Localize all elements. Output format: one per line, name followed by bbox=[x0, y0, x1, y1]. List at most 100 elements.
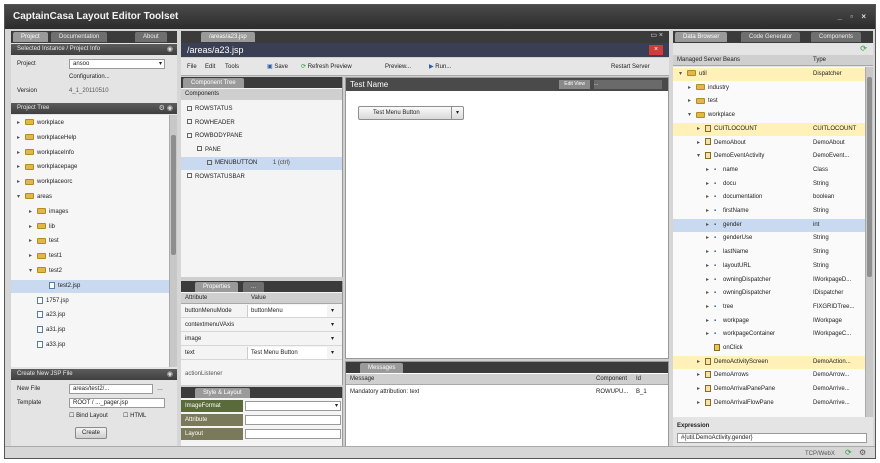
component-tree-item[interactable]: ROWSTATUSBAR bbox=[181, 171, 342, 184]
browse-icon[interactable]: … bbox=[157, 384, 163, 394]
chevron-right-icon[interactable]: ▸ bbox=[706, 328, 714, 341]
project-tree-item[interactable]: test2.jsp bbox=[11, 279, 169, 293]
bean-tree-item[interactable]: onClick bbox=[673, 342, 865, 355]
chevron-right-icon[interactable]: ▸ bbox=[17, 147, 25, 160]
chevron-right-icon[interactable]: ▸ bbox=[697, 397, 705, 410]
tab-a23-jsp[interactable]: /areas/a23.jsp bbox=[201, 32, 255, 42]
project-tree-item[interactable]: ▸ test bbox=[11, 235, 169, 248]
bean-tree-item[interactable]: ▸ ▪ genderUse String bbox=[673, 232, 865, 245]
chevron-down-icon[interactable]: ▾ bbox=[17, 191, 25, 204]
tab-project[interactable]: Project bbox=[13, 32, 48, 42]
chevron-down-icon[interactable]: ▾ bbox=[451, 107, 463, 119]
bean-tree-item[interactable]: ▸ DemoArrivalPanePane DemoArrive... bbox=[673, 383, 865, 396]
bean-tree-item[interactable]: ▸ industry bbox=[673, 82, 865, 95]
chevron-down-icon[interactable]: ▾ bbox=[331, 305, 334, 317]
settings-icon[interactable]: ⚙ bbox=[859, 448, 866, 458]
chevron-right-icon[interactable]: ▸ bbox=[29, 221, 37, 234]
bean-tree-item[interactable]: ▸ DemoActivityScreen DemoAction... bbox=[673, 355, 865, 369]
tab-properties-other[interactable]: ... bbox=[243, 282, 265, 292]
tab-components[interactable]: Components bbox=[811, 32, 862, 42]
property-row[interactable]: image ▾ bbox=[181, 333, 342, 346]
chevron-down-icon[interactable]: ▾ bbox=[159, 60, 162, 68]
refresh-icon[interactable]: ⟳ bbox=[860, 44, 867, 53]
project-tree-item[interactable]: ▾ areas bbox=[11, 191, 169, 204]
bean-tree-scrollbar[interactable] bbox=[865, 67, 873, 417]
bean-tree-item[interactable]: ▾ util Dispatcher bbox=[673, 68, 865, 81]
checkbox-icon[interactable]: ☐ bbox=[69, 413, 74, 419]
project-tree-item[interactable]: ▸ workplace bbox=[11, 117, 169, 130]
chevron-down-icon[interactable]: ▾ bbox=[335, 402, 338, 410]
bean-tree-item[interactable]: ▸ ▪ docu String bbox=[673, 178, 865, 191]
chevron-right-icon[interactable]: ▸ bbox=[697, 123, 705, 136]
tab-preview-other[interactable]: ... bbox=[594, 80, 662, 89]
project-tree-item[interactable]: a33.jsp bbox=[11, 339, 169, 352]
save-button[interactable]: ▣ Save bbox=[267, 62, 288, 72]
chevron-right-icon[interactable]: ▸ bbox=[706, 191, 714, 204]
chevron-right-icon[interactable]: ▸ bbox=[706, 219, 714, 232]
project-tree-item[interactable]: ▸ test1 bbox=[11, 250, 169, 263]
chevron-right-icon[interactable]: ▸ bbox=[706, 287, 714, 300]
refresh-preview-button[interactable]: ⟳ Refresh Preview bbox=[301, 62, 352, 72]
bean-tree-item[interactable]: ▸ ▪ firstName String bbox=[673, 205, 865, 218]
preview-button[interactable]: Preview... bbox=[385, 62, 411, 72]
restart-server-button[interactable]: Restart Server bbox=[611, 62, 650, 72]
component-tree-item[interactable]: ROWSTATUS bbox=[181, 103, 342, 116]
project-tree-item[interactable]: ▸ images bbox=[11, 206, 169, 219]
menu-file[interactable]: File bbox=[187, 62, 197, 72]
property-row[interactable]: buttonMenuMode buttonMenu ▾ bbox=[181, 305, 342, 318]
collapse-icon[interactable]: ◉ bbox=[167, 44, 173, 55]
project-tree-item[interactable]: a31.jsp bbox=[11, 324, 169, 337]
refresh-icon[interactable]: ⟳ bbox=[845, 448, 852, 458]
chevron-down-icon[interactable]: ▾ bbox=[697, 150, 705, 163]
chevron-right-icon[interactable]: ▸ bbox=[706, 274, 714, 287]
bean-tree-item[interactable]: ▸ ▪ owningDispatcher IDispatcher bbox=[673, 287, 865, 300]
collapse-icon[interactable]: ◉ bbox=[167, 369, 173, 380]
property-value[interactable]: Test Menu Button bbox=[247, 347, 327, 359]
bean-tree-item[interactable]: ▸ ▪ lastName String bbox=[673, 246, 865, 259]
bean-tree-item[interactable]: ▸ ▪ workpage IWorkpage bbox=[673, 315, 865, 328]
tab-edit-view[interactable]: Edit View bbox=[559, 80, 590, 89]
chevron-right-icon[interactable]: ▸ bbox=[697, 137, 705, 150]
newfile-input[interactable]: areas/test2/... bbox=[69, 384, 153, 394]
property-value[interactable]: buttonMenu bbox=[247, 305, 327, 317]
option-bind-layout[interactable]: ☐ Bind Layout bbox=[69, 411, 108, 421]
bean-tree-item[interactable]: ▸ ▪ gender int bbox=[673, 218, 865, 232]
chevron-down-icon[interactable]: ▾ bbox=[679, 68, 687, 81]
project-tree-item[interactable]: ▸ workplacepage bbox=[11, 161, 169, 174]
project-tree-item[interactable]: ▸ workplaceHelp bbox=[11, 132, 169, 145]
tab-properties[interactable]: Properties bbox=[195, 282, 239, 292]
test-menu-button[interactable]: Test Menu Button ▾ bbox=[358, 106, 464, 120]
window-controls[interactable]: _ ▫ × bbox=[838, 5, 869, 29]
expression-input[interactable]: #{util.DemoActivity.gender} bbox=[677, 433, 867, 443]
project-tree-scrollbar[interactable] bbox=[169, 115, 177, 367]
project-tree-item[interactable]: 1757.jsp bbox=[11, 295, 169, 308]
project-select[interactable]: ansoo ▾ bbox=[69, 59, 165, 69]
close-editor-icon[interactable]: × bbox=[649, 45, 663, 55]
menu-edit[interactable]: Edit bbox=[205, 62, 215, 72]
bean-tree-item[interactable]: ▾ DemoEventActivity DemoEvent... bbox=[673, 150, 865, 163]
component-tree-item[interactable]: MENUBUTTON 1 (ctrl) bbox=[181, 157, 342, 170]
editor-window-icons[interactable]: ▭ × bbox=[650, 31, 663, 39]
create-button[interactable]: Create bbox=[75, 427, 108, 439]
project-tree-item[interactable]: ▸ workplaceInfo bbox=[11, 147, 169, 160]
bean-tree-item[interactable]: ▸ CUITLOCOUNT CUITLOCOUNT bbox=[673, 122, 865, 136]
chevron-down-icon[interactable]: ▾ bbox=[331, 347, 334, 359]
chevron-right-icon[interactable]: ▸ bbox=[17, 132, 25, 145]
chevron-right-icon[interactable]: ▸ bbox=[706, 246, 714, 259]
menu-tools[interactable]: Tools bbox=[225, 62, 239, 72]
tree-tools-icon[interactable]: ⚙ ◉ bbox=[159, 103, 173, 114]
chevron-right-icon[interactable]: ▸ bbox=[706, 205, 714, 218]
project-tree-item[interactable]: ▸ lib bbox=[11, 221, 169, 234]
chevron-right-icon[interactable]: ▸ bbox=[29, 206, 37, 219]
chevron-right-icon[interactable]: ▸ bbox=[706, 178, 714, 191]
bean-tree-item[interactable]: ▸ ▪ tree FIXGRIDTree... bbox=[673, 301, 865, 314]
configuration-button[interactable]: Configuration... bbox=[69, 72, 110, 82]
component-tree-item[interactable]: ROWHEADER bbox=[181, 117, 342, 130]
bean-tree-item[interactable]: ▸ DemoArrows DemoArrow... bbox=[673, 369, 865, 382]
layout-row-input[interactable] bbox=[245, 429, 341, 439]
project-tree-item[interactable]: a23.jsp bbox=[11, 309, 169, 322]
chevron-right-icon[interactable]: ▸ bbox=[29, 235, 37, 248]
tab-code-generator[interactable]: Code Generator bbox=[741, 32, 801, 42]
chevron-right-icon[interactable]: ▸ bbox=[706, 232, 714, 245]
bean-tree-item[interactable]: ▸ test bbox=[673, 95, 865, 108]
